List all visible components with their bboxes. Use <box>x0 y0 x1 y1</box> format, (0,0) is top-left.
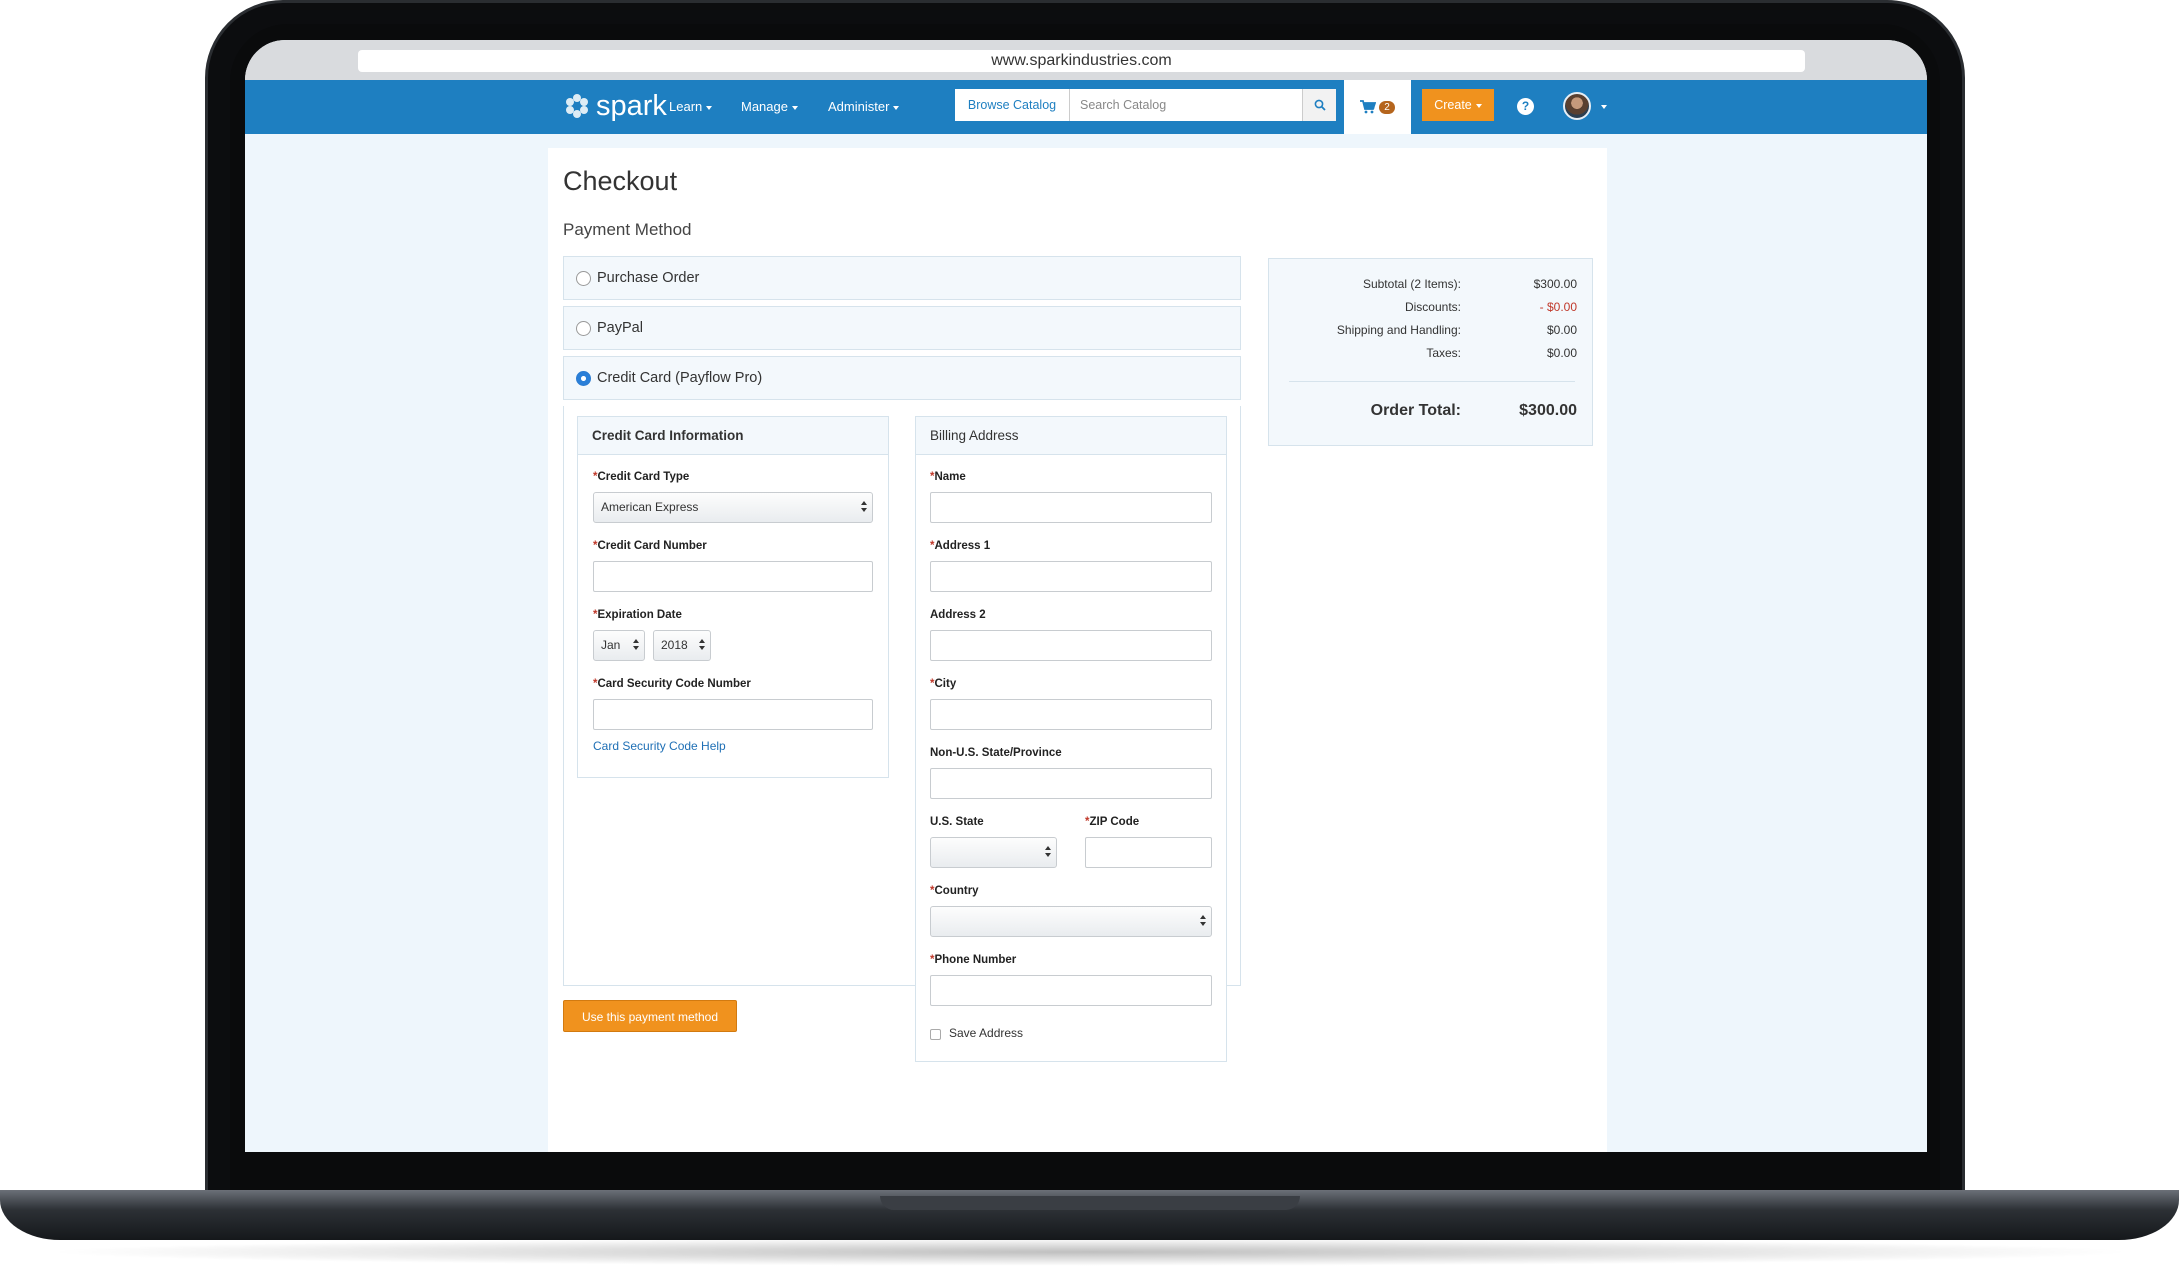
page-title: Checkout <box>563 166 678 196</box>
city-input[interactable] <box>930 699 1212 730</box>
cart-count-badge: 2 <box>1379 100 1395 114</box>
chevron-down-icon <box>706 105 713 110</box>
phone-input[interactable] <box>930 975 1212 1006</box>
card-type-value: American Express <box>601 500 699 514</box>
zip-label: *ZIP Code <box>1085 816 1140 828</box>
exp-month-value: Jan <box>601 638 621 652</box>
non-us-state-label: Non-U.S. State/Province <box>930 747 1062 759</box>
us-state-label: U.S. State <box>930 816 984 828</box>
top-navbar: spark Learn Manage Administer Browse Cat… <box>245 80 1927 134</box>
order-total-value: $300.00 <box>1519 402 1577 419</box>
search-icon <box>1314 99 1326 111</box>
chevron-down-icon <box>791 105 798 110</box>
option-label: PayPal <box>597 320 643 336</box>
nav-administer-label: Administer <box>828 99 890 114</box>
zip-input[interactable] <box>1085 837 1212 868</box>
exp-year-value: 2018 <box>661 638 688 652</box>
us-state-select[interactable] <box>930 837 1057 868</box>
card-type-select[interactable]: American Express <box>593 492 873 523</box>
help-icon[interactable]: ? <box>1517 98 1534 115</box>
nav-manage-label: Manage <box>741 99 788 114</box>
order-total-label: Order Total: <box>1370 402 1461 419</box>
nav-manage[interactable]: Manage <box>741 80 798 134</box>
option-label: Purchase Order <box>597 270 700 286</box>
radio-credit-card[interactable] <box>576 370 591 386</box>
subtotal-value: $300.00 <box>1533 277 1577 291</box>
browse-catalog-button[interactable]: Browse Catalog <box>955 89 1070 121</box>
search-button[interactable] <box>1302 89 1336 121</box>
billing-address-header: Billing Address <box>916 417 1226 455</box>
payment-option-credit-card[interactable]: Credit Card (Payflow Pro) <box>563 356 1241 400</box>
nav-learn-label: Learn <box>669 99 703 114</box>
brand-logo[interactable]: spark <box>562 86 667 126</box>
chevron-down-icon <box>893 105 900 110</box>
create-button[interactable]: Create <box>1422 89 1494 121</box>
shipping-value: $0.00 <box>1546 323 1577 337</box>
select-arrows-icon <box>1045 846 1051 859</box>
subtotal-label: Subtotal (2 Items): <box>1362 277 1461 291</box>
save-address-checkbox[interactable] <box>930 1029 941 1040</box>
browser-chrome: www.sparkindustries.com <box>245 40 1927 80</box>
nav-administer[interactable]: Administer <box>828 80 900 134</box>
cvv-help-link[interactable]: Card Security Code Help <box>593 739 726 753</box>
card-number-input[interactable] <box>593 561 873 592</box>
select-arrows-icon <box>861 501 867 514</box>
cart-button[interactable]: 2 <box>1344 80 1411 134</box>
create-label: Create <box>1434 98 1472 112</box>
taxes-value: $0.00 <box>1546 346 1577 360</box>
discounts-label: Discounts: <box>1404 300 1461 314</box>
chevron-down-icon <box>1475 103 1482 108</box>
credit-card-panel: Credit Card Information *Credit Card Typ… <box>563 406 1241 1062</box>
billing-address-card: Billing Address *Name *Address 1 Address… <box>915 416 1227 1062</box>
payment-option-purchase-order[interactable]: Purchase Order <box>563 256 1241 300</box>
user-avatar[interactable] <box>1563 92 1591 120</box>
address2-label: Address 2 <box>930 609 986 621</box>
radio-purchase-order[interactable] <box>576 270 591 286</box>
address1-input[interactable] <box>930 561 1212 592</box>
country-label: *Country <box>930 885 979 897</box>
address2-input[interactable] <box>930 630 1212 661</box>
name-label: *Name <box>930 471 966 483</box>
address1-label: *Address 1 <box>930 540 991 552</box>
name-input[interactable] <box>930 492 1212 523</box>
credit-card-info-header: Credit Card Information <box>578 417 888 455</box>
order-summary-panel: Subtotal (2 Items): $300.00 Discounts: -… <box>1268 258 1593 446</box>
chevron-down-icon[interactable] <box>1601 105 1607 109</box>
snowflake-logo-icon <box>566 94 588 118</box>
shipping-label: Shipping and Handling: <box>1336 323 1461 337</box>
payment-option-paypal[interactable]: PayPal <box>563 306 1241 350</box>
card-number-label: *Credit Card Number <box>593 540 707 552</box>
checkout-content: Checkout Payment Method Purchase Order P… <box>548 148 1607 1152</box>
city-label: *City <box>930 678 957 690</box>
shopping-cart-icon <box>1360 100 1377 114</box>
card-type-label: *Credit Card Type <box>593 471 690 483</box>
cvv-label: *Card Security Code Number <box>593 678 751 690</box>
use-payment-method-button[interactable]: Use this payment method <box>563 1000 737 1032</box>
select-arrows-icon <box>699 639 705 652</box>
expiration-date-label: *Expiration Date <box>593 609 682 621</box>
save-address-label: Save Address <box>949 1026 1024 1040</box>
laptop-hinge-notch <box>880 1196 1300 1210</box>
select-arrows-icon <box>1200 915 1206 928</box>
laptop-shadow <box>40 1238 2140 1266</box>
summary-divider <box>1289 381 1575 382</box>
cvv-input[interactable] <box>593 699 873 730</box>
exp-month-select[interactable]: Jan <box>593 630 645 661</box>
search-catalog-input[interactable] <box>1070 89 1302 121</box>
discounts-value: - $0.00 <box>1539 300 1577 314</box>
select-arrows-icon <box>633 639 639 652</box>
phone-label: *Phone Number <box>930 954 1017 966</box>
laptop-screen: www.sparkindustries.com spark Learn Mana… <box>245 40 1927 1152</box>
nav-learn[interactable]: Learn <box>669 80 713 134</box>
radio-paypal[interactable] <box>576 320 591 336</box>
brand-name: spark <box>596 89 667 122</box>
non-us-state-input[interactable] <box>930 768 1212 799</box>
option-label: Credit Card (Payflow Pro) <box>597 370 763 386</box>
taxes-label: Taxes: <box>1426 346 1461 360</box>
credit-card-info-card: Credit Card Information *Credit Card Typ… <box>577 416 889 778</box>
country-select[interactable] <box>930 906 1212 937</box>
payment-method-title: Payment Method <box>563 220 692 239</box>
address-bar[interactable]: www.sparkindustries.com <box>358 50 1805 72</box>
exp-year-select[interactable]: 2018 <box>653 630 711 661</box>
